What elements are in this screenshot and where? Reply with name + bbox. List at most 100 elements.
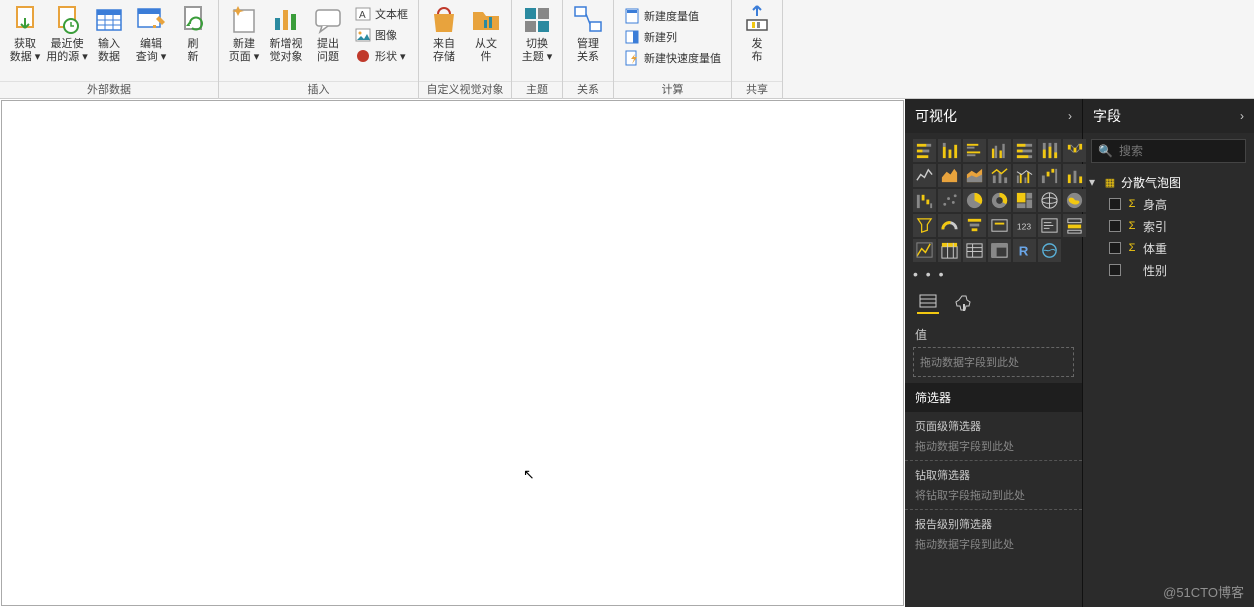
viz-pie-icon[interactable] <box>963 189 986 212</box>
field-checkbox[interactable] <box>1109 264 1121 276</box>
viz-treemap-icon[interactable] <box>1013 189 1036 212</box>
drill-filter-dropzone[interactable]: 将钻取字段拖动到此处 <box>915 487 1072 503</box>
fields-search[interactable]: 🔍 <box>1091 139 1246 163</box>
ribbon-group-label: 计算 <box>614 81 731 99</box>
ribbon-group-label: 插入 <box>219 81 418 99</box>
from-store-button[interactable]: 来自 存储 <box>423 2 465 80</box>
viz-multi-card-icon[interactable]: 123 <box>1013 214 1036 237</box>
viz-table-icon[interactable] <box>913 239 936 262</box>
viz-scatter-icon[interactable] <box>938 189 961 212</box>
viz-matrix2-icon[interactable] <box>988 239 1011 262</box>
viz-kpi-icon[interactable] <box>1038 214 1061 237</box>
field-checkbox[interactable] <box>1109 242 1121 254</box>
value-well-dropzone[interactable]: 拖动数据字段到此处 <box>913 347 1074 377</box>
viz-100-stacked-bar-icon[interactable] <box>1013 139 1036 162</box>
viz-area-icon[interactable] <box>938 164 961 187</box>
palette-icon <box>521 4 553 36</box>
viz-arcgis-icon[interactable] <box>1038 239 1061 262</box>
shopping-bag-icon <box>428 4 460 36</box>
viz-clustered-bar-icon[interactable] <box>963 139 986 162</box>
cursor-icon: ↖ <box>523 466 535 483</box>
chevron-right-icon: › <box>1240 109 1244 123</box>
field-row[interactable]: 性别 <box>1083 259 1254 281</box>
quick-measure-button[interactable]: 新建快速度量值 <box>620 48 725 68</box>
publish-button[interactable]: 发 布 <box>736 2 778 80</box>
column-icon <box>624 29 640 45</box>
refresh-label: 刷 新 <box>188 38 199 64</box>
manage-relationships-button[interactable]: 管理 关系 <box>567 2 609 80</box>
field-checkbox[interactable] <box>1109 198 1121 210</box>
lightning-icon <box>624 50 640 66</box>
shape-button[interactable]: 形状 ▾ <box>351 46 412 66</box>
viz-line-clustered-column-icon[interactable] <box>1013 164 1036 187</box>
table-row[interactable]: ▾ ▦ 分散气泡图 <box>1083 171 1254 193</box>
report-canvas[interactable]: ↖ <box>0 99 905 607</box>
svg-text:123: 123 <box>1017 221 1032 231</box>
image-button[interactable]: 图像 <box>351 25 412 45</box>
field-row[interactable]: Σ体重 <box>1083 237 1254 259</box>
sigma-icon: Σ <box>1125 220 1139 232</box>
viz-waterfall-icon[interactable] <box>1038 164 1061 187</box>
visualizations-header[interactable]: 可视化 › <box>905 99 1082 133</box>
field-checkbox[interactable] <box>1109 220 1121 232</box>
viz-funnel2-icon[interactable] <box>963 214 986 237</box>
new-page-button[interactable]: 新建 页面 ▾ <box>223 2 265 80</box>
ask-question-button[interactable]: 提出 问题 <box>307 2 349 80</box>
field-row[interactable]: Σ索引 <box>1083 215 1254 237</box>
viz-line-stacked-column-icon[interactable] <box>988 164 1011 187</box>
filters-header: 筛选器 <box>905 383 1082 412</box>
fields-header[interactable]: 字段 › <box>1083 99 1254 133</box>
viz-table2-icon[interactable] <box>963 239 986 262</box>
viz-stacked-bar-icon[interactable] <box>913 139 936 162</box>
get-data-button[interactable]: 获取 数据 ▾ <box>4 2 46 80</box>
svg-text:R: R <box>1019 243 1029 258</box>
viz-funnel-icon[interactable] <box>913 214 936 237</box>
from-store-label: 来自 存储 <box>433 38 455 64</box>
new-measure-button[interactable]: 新建度量值 <box>620 6 725 26</box>
viz-waterfall2-icon[interactable] <box>913 189 936 212</box>
viz-gauge-icon[interactable] <box>938 214 961 237</box>
viz-clustered-column-icon[interactable] <box>988 139 1011 162</box>
viz-100-stacked-column-icon[interactable] <box>1038 139 1061 162</box>
fields-tab[interactable] <box>917 292 939 314</box>
sigma-icon: Σ <box>1125 198 1139 210</box>
viz-matrix-icon[interactable] <box>938 239 961 262</box>
calculator-icon <box>624 8 640 24</box>
grid-icon <box>93 4 125 36</box>
viz-gallery-more[interactable]: • • • <box>905 266 1082 286</box>
textbox-button[interactable]: A 文本框 <box>351 4 412 24</box>
field-row[interactable]: Σ身高 <box>1083 193 1254 215</box>
viz-line-icon[interactable] <box>913 164 936 187</box>
viz-donut-icon[interactable] <box>988 189 1011 212</box>
new-visual-button[interactable]: 新增视 觉对象 <box>265 2 307 80</box>
recent-sources-button[interactable]: 最近使 用的源 ▾ <box>46 2 88 80</box>
recent-sources-label: 最近使 用的源 ▾ <box>46 38 88 64</box>
shape-icon <box>355 48 371 64</box>
from-file-button[interactable]: 从文 件 <box>465 2 507 80</box>
switch-theme-label: 切换 主题 ▾ <box>522 38 553 64</box>
format-tab[interactable] <box>953 292 975 314</box>
ask-question-label: 提出 问题 <box>317 38 339 64</box>
report-filter-dropzone[interactable]: 拖动数据字段到此处 <box>915 536 1072 552</box>
canvas-page[interactable] <box>1 100 904 606</box>
shape-label: 形状 ▾ <box>375 48 406 64</box>
viz-stacked-area-icon[interactable] <box>963 164 986 187</box>
page-filter-label: 页面级筛选器 <box>915 418 1072 434</box>
refresh-button[interactable]: 刷 新 <box>172 2 214 80</box>
manage-relationships-label: 管理 关系 <box>577 38 599 64</box>
viz-card-icon[interactable] <box>988 214 1011 237</box>
ribbon-group-share: 发 布 共享 <box>732 0 783 99</box>
viz-r-icon[interactable]: R <box>1013 239 1036 262</box>
ribbon-group-label: 共享 <box>732 81 782 99</box>
search-icon: 🔍 <box>1098 144 1113 158</box>
enter-data-label: 输入 数据 <box>98 38 120 64</box>
viz-map-icon[interactable] <box>1038 189 1061 212</box>
page-filter-dropzone[interactable]: 拖动数据字段到此处 <box>915 438 1072 454</box>
viz-stacked-column-icon[interactable] <box>938 139 961 162</box>
edit-query-button[interactable]: 编辑 查询 ▾ <box>130 2 172 80</box>
switch-theme-button[interactable]: 切换 主题 ▾ <box>516 2 558 80</box>
new-column-button[interactable]: 新建列 <box>620 27 725 47</box>
ribbon-group-external-data: 获取 数据 ▾ 最近使 用的源 ▾ 输入 数据 编辑 查询 ▾ 刷 新 外部数据 <box>0 0 219 99</box>
fields-search-input[interactable] <box>1119 144 1254 158</box>
enter-data-button[interactable]: 输入 数据 <box>88 2 130 80</box>
